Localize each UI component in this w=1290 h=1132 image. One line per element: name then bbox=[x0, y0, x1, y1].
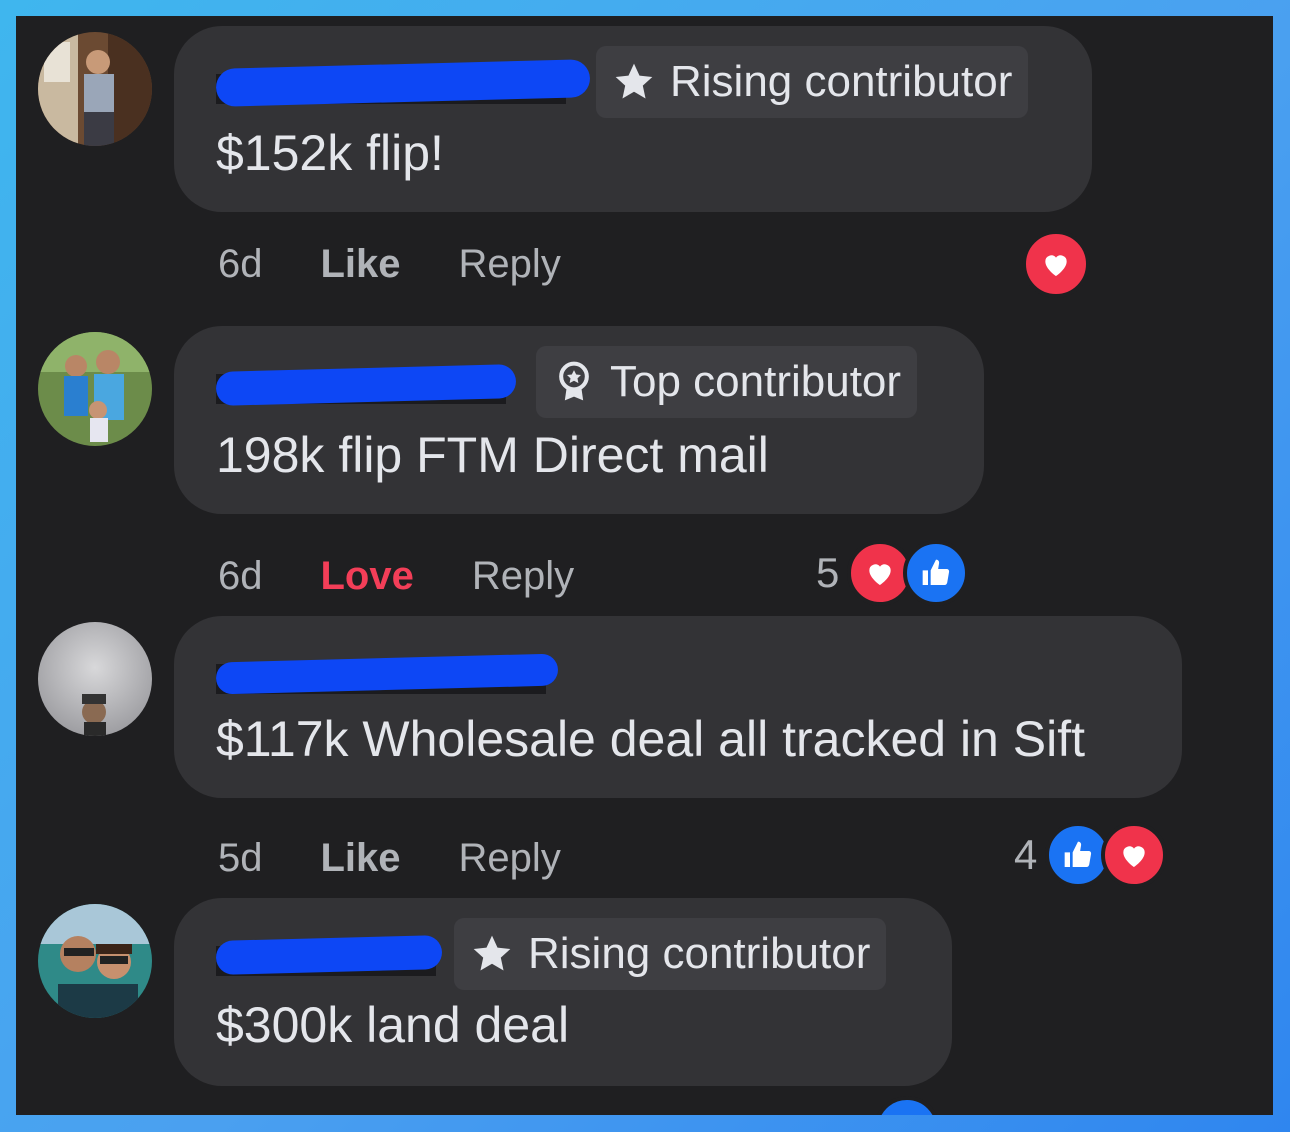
reaction-summary[interactable]: 5 bbox=[816, 540, 970, 606]
love-button[interactable]: Love bbox=[321, 554, 414, 599]
comment-bubble: $117k Wholesale deal all tracked in Sift bbox=[174, 616, 1182, 798]
reply-button[interactable]: Reply bbox=[459, 242, 561, 287]
timestamp[interactable]: 6d bbox=[218, 554, 263, 599]
comment: $117k Wholesale deal all tracked in Sift… bbox=[16, 606, 1273, 896]
comment-text: $117k Wholesale deal all tracked in Sift bbox=[216, 711, 1085, 767]
heart-reaction-icon bbox=[1022, 230, 1090, 298]
comment-text: $152k flip! bbox=[216, 125, 444, 181]
comment: Rising contributor $152k flip! 6d Like R… bbox=[16, 16, 1273, 316]
award-icon bbox=[552, 360, 596, 404]
badge-label: Rising contributor bbox=[528, 929, 871, 978]
avatar[interactable] bbox=[38, 332, 152, 446]
timestamp[interactable]: 6d bbox=[218, 242, 263, 287]
reply-button[interactable]: Reply bbox=[472, 554, 574, 599]
comment-actions: 5d Like Reply bbox=[218, 836, 619, 881]
star-icon bbox=[470, 932, 514, 976]
comment: Rising contributor $300k land deal bbox=[16, 896, 1273, 1115]
author-name-redacted[interactable] bbox=[215, 636, 566, 708]
contributor-badge[interactable]: Top contributor bbox=[536, 346, 918, 418]
contributor-badge[interactable]: Rising contributor bbox=[454, 918, 887, 990]
comment-actions: 6d Like Reply bbox=[218, 242, 619, 287]
like-button[interactable]: Like bbox=[321, 242, 401, 287]
comment-text: $300k land deal bbox=[216, 997, 570, 1053]
heart-reaction-icon bbox=[1101, 822, 1168, 888]
comment-bubble: Rising contributor $152k flip! bbox=[174, 26, 1092, 212]
comment-text: 198k flip FTM Direct mail bbox=[216, 427, 769, 483]
comments-panel: Rising contributor $152k flip! 6d Like R… bbox=[16, 16, 1273, 1115]
star-icon bbox=[612, 60, 656, 104]
reaction-summary[interactable]: 4 bbox=[1014, 822, 1168, 888]
avatar[interactable] bbox=[38, 32, 152, 146]
reaction-summary[interactable] bbox=[1022, 230, 1090, 298]
avatar[interactable] bbox=[38, 622, 152, 736]
contributor-badge[interactable]: Rising contributor bbox=[596, 46, 1029, 118]
like-reaction-icon bbox=[874, 1096, 940, 1115]
author-name-redacted[interactable] bbox=[215, 346, 526, 418]
like-reaction-icon bbox=[903, 540, 970, 606]
badge-label: Rising contributor bbox=[670, 57, 1013, 106]
badge-label: Top contributor bbox=[610, 357, 902, 406]
author-name-redacted[interactable] bbox=[215, 918, 456, 990]
comment: Top contributor 198k flip FTM Direct mai… bbox=[16, 316, 1273, 606]
comment-bubble: Rising contributor $300k land deal bbox=[174, 898, 952, 1086]
reaction-count: 4 bbox=[1014, 831, 1038, 878]
comment-bubble: Top contributor 198k flip FTM Direct mai… bbox=[174, 326, 984, 514]
author-name-redacted[interactable] bbox=[215, 46, 596, 118]
comment-actions: 6d Love Reply bbox=[218, 554, 632, 599]
reaction-count: 5 bbox=[816, 549, 840, 596]
timestamp[interactable]: 5d bbox=[218, 836, 263, 881]
like-button[interactable]: Like bbox=[321, 836, 401, 881]
reply-button[interactable]: Reply bbox=[459, 836, 561, 881]
avatar[interactable] bbox=[38, 904, 152, 1018]
